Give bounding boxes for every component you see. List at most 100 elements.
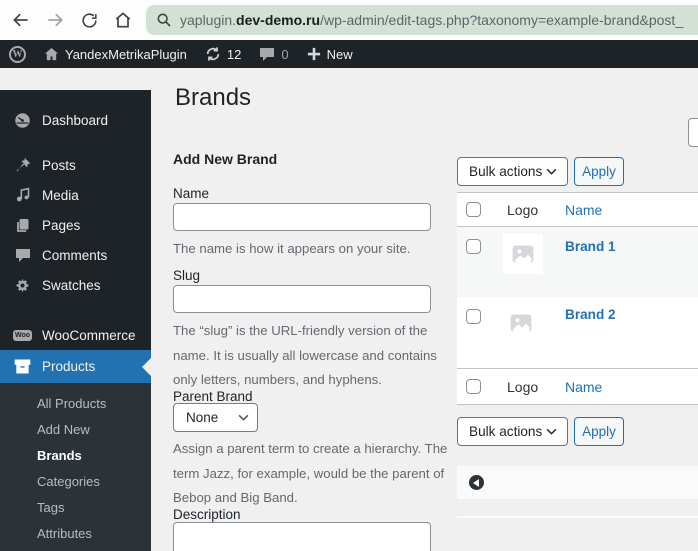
comment-icon — [13, 248, 32, 263]
wp-admin-bar: W YandexMetrikaPlugin 12 0 New — [0, 40, 698, 68]
site-name: YandexMetrikaPlugin — [65, 46, 187, 62]
sidebar-item-swatches[interactable]: Swatches — [0, 270, 151, 300]
logo-column-footer: Logo — [507, 379, 539, 395]
url-domain: dev-demo.ru — [236, 12, 321, 28]
sidebar-item-dashboard[interactable]: Dashboard — [0, 104, 151, 136]
logo-column-header: Logo — [507, 202, 539, 218]
sidebar-item-label: Dashboard — [42, 112, 109, 128]
sidebar-item-label: Pages — [42, 217, 81, 233]
row-checkbox[interactable] — [466, 309, 481, 324]
forward-icon[interactable] — [42, 7, 68, 33]
previous-arrow-button[interactable] — [469, 475, 484, 490]
slug-help: The “slug” is the URL-friendly version o… — [173, 323, 437, 387]
apply-button-top[interactable]: Apply — [574, 157, 624, 186]
parent-brand-help: Assign a parent term to create a hierarc… — [173, 441, 448, 505]
updates-icon — [206, 47, 220, 61]
image-placeholder-icon — [510, 314, 532, 332]
description-label: Description — [173, 507, 241, 522]
select-all-checkbox-bottom[interactable] — [466, 379, 481, 394]
sidebar-item-label: Products — [42, 359, 96, 374]
comments-count: 0 — [281, 46, 289, 62]
chevron-down-icon — [546, 428, 557, 435]
sidebar-item-comments[interactable]: Comments — [0, 240, 151, 270]
image-placeholder-icon — [512, 245, 534, 263]
page-title: Brands — [175, 84, 252, 111]
comment-bubble-icon — [260, 47, 275, 61]
name-help: The name is how it appears on your site. — [173, 241, 411, 256]
sidebar-item-label: Comments — [42, 247, 108, 263]
name-label: Name — [173, 186, 210, 201]
address-bar[interactable]: yaplugin.dev-demo.ru/wp-admin/edit-tags.… — [146, 5, 698, 35]
bulk-actions-select-bottom[interactable]: Bulk actions — [457, 417, 568, 446]
section-divider — [457, 516, 698, 518]
refresh-icon[interactable] — [76, 7, 102, 33]
sidebar-item-categories[interactable]: Categories — [37, 469, 151, 495]
search-brands-input[interactable] — [688, 118, 698, 147]
home-icon[interactable] — [110, 7, 136, 33]
table-row: Brand 1 — [457, 227, 698, 297]
parent-brand-value: None — [186, 410, 219, 425]
sidebar-item-label: WooCommerce — [42, 327, 136, 343]
select-all-checkbox-top[interactable] — [466, 202, 481, 217]
sidebar-item-all-products[interactable]: All Products — [37, 391, 151, 417]
slug-label: Slug — [173, 268, 201, 283]
products-submenu: All Products Add New Brands Categories T… — [0, 383, 151, 551]
sidebar-item-add-new[interactable]: Add New — [37, 417, 151, 443]
table-row: Brand 2 — [457, 297, 698, 368]
browser-toolbar: yaplugin.dev-demo.ru/wp-admin/edit-tags.… — [0, 0, 698, 40]
sidebar-item-brands[interactable]: Brands — [37, 443, 151, 469]
url-prefix: yaplugin. — [180, 12, 237, 28]
search-icon — [157, 13, 171, 27]
brand-name-link[interactable]: Brand 1 — [565, 239, 616, 254]
chevron-down-icon — [546, 168, 557, 175]
house-icon — [44, 47, 59, 60]
comments-link[interactable]: 0 — [250, 40, 297, 68]
admin-sidebar: Dashboard Posts Media Pages Comments Swa… — [0, 90, 151, 551]
wp-logo-icon[interactable]: W — [0, 40, 35, 68]
updates-link[interactable]: 12 — [196, 40, 250, 68]
name-input[interactable] — [173, 203, 431, 231]
sidebar-item-posts[interactable]: Posts — [0, 150, 151, 180]
description-textarea[interactable] — [173, 522, 431, 551]
sidebar-item-pages[interactable]: Pages — [0, 210, 151, 240]
add-brand-heading: Add New Brand — [173, 151, 278, 167]
table-header-row: Logo Name — [457, 193, 698, 227]
parent-brand-label: Parent Brand — [173, 389, 253, 404]
pages-icon — [13, 217, 32, 233]
brands-table: Logo Name Brand 1 Brand 2 Logo Name — [457, 192, 698, 405]
pushpin-icon — [13, 157, 32, 173]
brand-name-link[interactable]: Brand 2 — [565, 307, 616, 322]
name-column-footer[interactable]: Name — [565, 379, 602, 395]
widget-band — [457, 466, 698, 499]
sidebar-item-label: Posts — [42, 157, 76, 173]
url-path: /wp-admin/edit-tags.php?taxonomy=example… — [320, 12, 684, 28]
bulk-actions-select-top[interactable]: Bulk actions — [457, 157, 568, 186]
gear-icon — [13, 277, 32, 294]
table-footer-row: Logo Name — [457, 368, 698, 404]
back-icon[interactable] — [8, 7, 34, 33]
new-content-link[interactable]: New — [298, 40, 362, 68]
sidebar-item-media[interactable]: Media — [0, 180, 151, 210]
plus-icon — [307, 47, 320, 61]
chevron-down-icon — [238, 414, 249, 421]
row-checkbox[interactable] — [466, 239, 481, 254]
url-text: yaplugin.dev-demo.ru/wp-admin/edit-tags.… — [180, 12, 683, 28]
sidebar-item-label: Media — [42, 187, 79, 203]
slug-input[interactable] — [173, 285, 431, 313]
sidebar-item-attributes[interactable]: Attributes — [37, 521, 151, 547]
parent-brand-select[interactable]: None — [173, 403, 258, 432]
products-box-icon — [13, 359, 32, 374]
site-link[interactable]: YandexMetrikaPlugin — [35, 40, 196, 68]
sidebar-item-woocommerce[interactable]: Woo WooCommerce — [0, 320, 151, 350]
media-icon — [13, 187, 32, 203]
left-triangle-icon — [472, 478, 479, 487]
sidebar-item-products[interactable]: Products — [0, 350, 151, 383]
name-column-header[interactable]: Name — [565, 202, 602, 218]
apply-button-bottom[interactable]: Apply — [574, 417, 624, 446]
dashboard-icon — [13, 112, 32, 129]
sidebar-item-label: Swatches — [42, 277, 101, 293]
woocommerce-icon: Woo — [12, 329, 33, 341]
sidebar-item-tags[interactable]: Tags — [37, 495, 151, 521]
new-label: New — [326, 46, 353, 62]
updates-count: 12 — [226, 46, 242, 62]
